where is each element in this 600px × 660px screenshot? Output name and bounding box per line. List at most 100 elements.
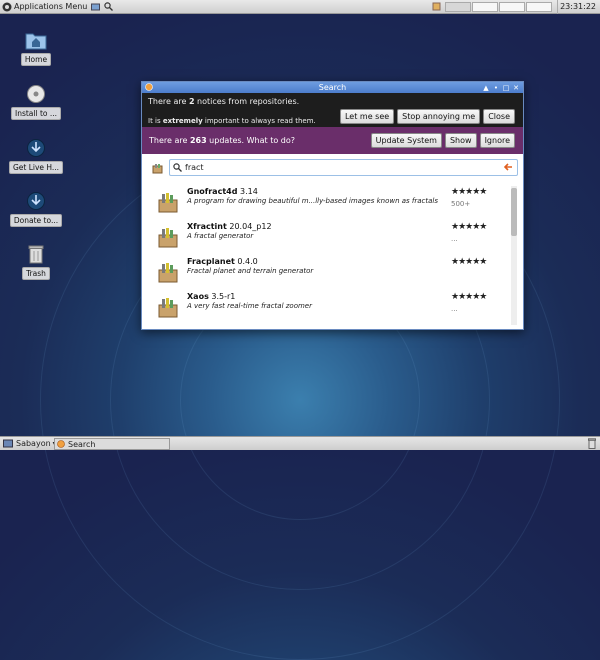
window-title: Search [318, 83, 347, 92]
start-menu-button[interactable]: Sabayon ▾ [0, 439, 56, 448]
desktop-icon-trash[interactable]: Trash [10, 244, 62, 280]
package-manager-icon[interactable] [152, 163, 163, 174]
notice-text: There are 2 notices from repositories. [148, 97, 517, 106]
updates-text-post: updates. What to do? [206, 136, 295, 145]
ignore-updates-button[interactable]: Ignore [479, 133, 515, 148]
package-version: 20.04_p12 [229, 222, 272, 231]
desktop-icon-home[interactable]: Home [10, 30, 62, 66]
list-item[interactable]: Xaos 3.5-r1 A very fast real-time fracta… [142, 290, 512, 325]
package-name: Xfractint [187, 222, 227, 231]
package-name-line: Fracplanet 0.4.0 [187, 257, 258, 266]
update-system-button[interactable]: Update System [370, 133, 442, 148]
results-list: Gnofract4d 3.14 A program for drawing be… [142, 185, 512, 325]
desktop-icon-label: Home [20, 53, 52, 66]
package-icon [158, 298, 178, 318]
taskbar-item-search[interactable]: Search [54, 438, 170, 450]
notice-bar: There are 2 notices from repositories. I… [142, 93, 523, 127]
package-version: 3.14 [240, 187, 258, 196]
scrollbar-thumb[interactable] [511, 188, 517, 236]
package-tray-icon [432, 2, 441, 11]
search-field[interactable] [169, 159, 518, 176]
search-area [142, 154, 523, 178]
sabayon-logo-icon [2, 2, 12, 11]
updates-bar: There are 263 updates. What to do? Updat… [142, 127, 523, 154]
show-updates-button[interactable]: Show [444, 133, 477, 148]
start-menu-label: Sabayon [16, 439, 51, 448]
search-icon [104, 2, 114, 11]
package-name: Fracplanet [187, 257, 235, 266]
package-version: 3.5-r1 [211, 292, 236, 301]
updates-text-pre: There are [149, 136, 190, 145]
sabayon-menu-icon [3, 439, 13, 448]
notice-subtext-post: important to always read them. [202, 117, 316, 125]
download-count: 500+ [451, 200, 471, 208]
app-icon [57, 440, 65, 448]
package-name-line: Gnofract4d 3.14 [187, 187, 258, 196]
package-name-line: Xaos 3.5-r1 [187, 292, 235, 301]
trash-icon [588, 438, 596, 449]
workspace-2[interactable] [472, 1, 499, 12]
close-window-button[interactable]: ✕ [511, 83, 521, 93]
list-item[interactable]: Gnofract4d 3.14 A program for drawing be… [142, 185, 512, 220]
package-icon [158, 193, 178, 213]
package-name: Gnofract4d [187, 187, 238, 196]
desktop-icon-label: Trash [22, 267, 50, 280]
workspace-1[interactable] [445, 1, 472, 12]
rating-stars[interactable]: ★★★★★ [451, 222, 487, 232]
rating-stars[interactable]: ★★★★★ [451, 292, 487, 302]
shade-button[interactable]: ▲ [481, 83, 491, 93]
notice-subtext-bold: extremely [162, 117, 203, 125]
clear-arrow-icon [503, 163, 512, 171]
notice-subtext: It is extremely important to always read… [148, 117, 316, 125]
download-icon [27, 192, 45, 210]
trash-icon [28, 245, 44, 264]
app-icon [145, 82, 153, 91]
workspace-3[interactable] [499, 1, 526, 12]
notice-text-pre: There are [148, 97, 189, 106]
maximize-button[interactable]: □ [501, 83, 511, 93]
trash-applet[interactable] [588, 438, 596, 451]
applications-menu[interactable]: Applications Menu [0, 0, 89, 14]
results-scrollbar[interactable] [511, 186, 517, 325]
file-manager-launcher[interactable] [89, 0, 102, 14]
close-notice-button[interactable]: Close [483, 109, 515, 124]
clock[interactable]: 23:31:22 [557, 0, 600, 14]
desktop-icon-label: Donate to... [9, 214, 63, 227]
taskbar-item-label: Search [68, 439, 96, 449]
install-disc-icon [27, 85, 45, 103]
search-icon [173, 163, 182, 172]
list-item[interactable]: Fracplanet 0.4.0 Fractal planet and terr… [142, 255, 512, 290]
package-description: A fractal generator [187, 232, 254, 240]
clear-search-button[interactable] [503, 162, 513, 174]
download-count: ... [451, 235, 458, 243]
package-name-line: Xfractint 20.04_p12 [187, 222, 272, 231]
notice-subtext-pre: It is [148, 117, 163, 125]
search-launcher[interactable] [102, 0, 115, 14]
rating-stars[interactable]: ★★★★★ [451, 187, 487, 197]
list-item[interactable]: Xfractint 20.04_p12 A fractal generator … [142, 220, 512, 255]
package-description: Fractal planet and terrain generator [187, 267, 314, 275]
stop-annoying-me-button[interactable]: Stop annoying me [397, 109, 481, 124]
search-input[interactable] [182, 161, 482, 174]
applications-menu-label: Applications Menu [14, 2, 88, 11]
top-panel: Applications Menu 23:31:22 [0, 0, 600, 14]
desktop-icon-donate[interactable]: Donate to... [9, 191, 63, 227]
package-icon [158, 228, 178, 248]
window-titlebar[interactable]: Search ▲ • □ ✕ [142, 82, 523, 93]
download-icon [27, 139, 45, 157]
desktop-icon-label: Get Live H... [8, 161, 64, 174]
updates-count: 263 [189, 136, 207, 145]
let-me-see-button[interactable]: Let me see [339, 109, 395, 124]
window-menu-button[interactable] [144, 82, 154, 93]
package-description: A program for drawing beautiful m...lly-… [187, 197, 439, 205]
desktop-icon-label: Install to ... [10, 107, 62, 120]
workspace-4[interactable] [526, 1, 553, 12]
package-version: 0.4.0 [237, 257, 258, 266]
workspace-switcher[interactable] [443, 0, 555, 14]
desktop-icon-get-live[interactable]: Get Live H... [8, 138, 64, 174]
notice-text-post: notices from repositories. [194, 97, 300, 106]
desktop-icon-install[interactable]: Install to ... [10, 84, 62, 120]
rating-stars[interactable]: ★★★★★ [451, 257, 487, 267]
minimize-button[interactable]: • [491, 83, 501, 93]
tray-notice[interactable] [430, 0, 443, 14]
